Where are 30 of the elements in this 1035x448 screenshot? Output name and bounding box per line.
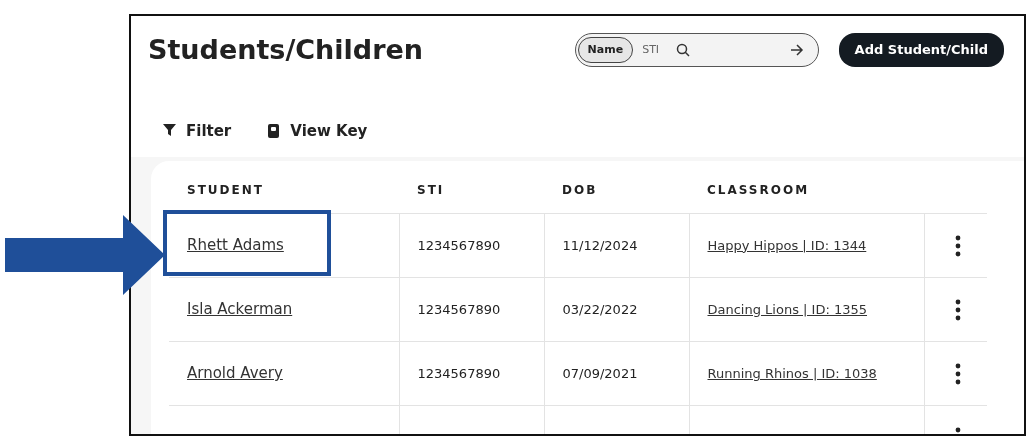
table-cell: 1234567890 [399,277,544,342]
more-options-icon[interactable] [954,362,961,385]
column-header: DOB [544,181,689,214]
student-link[interactable]: Isla Ackerman [187,300,293,319]
arrow-right-icon[interactable] [789,44,804,56]
classroom-link[interactable]: Running Rhinos | ID: 1038 [707,365,877,381]
search-mode-toggle[interactable]: Name [577,36,634,64]
add-student-button[interactable]: Add Student/Child [838,33,1004,67]
search-field[interactable]: Name STI [574,33,819,67]
table-cell: 1234567890 [399,341,544,406]
toolbar-button[interactable]: Filter [163,105,232,157]
toolbar-button[interactable]: View Key [267,105,368,157]
classroom-link[interactable]: Happy Hippos | ID: 1344 [707,237,867,253]
student-link[interactable]: Arnold Avery [187,364,283,383]
table-cell: 07/09/2021 [544,341,689,406]
search-icon [676,43,691,57]
student-link[interactable]: Rhett Adams [187,236,284,255]
page-title: Students/Children [148,34,423,67]
search-mode-toggle[interactable]: STI [633,37,669,63]
table-cell: 03/22/2022 [544,277,689,342]
column-header: STI [399,181,544,214]
filter-icon [163,124,176,138]
key-card-icon [267,124,281,138]
table-cell: 11/12/2024 [544,213,689,278]
classroom-link[interactable]: Dancing Lions | ID: 1355 [707,301,867,317]
column-header: STUDENT [169,181,399,214]
more-options-icon[interactable] [954,298,961,321]
table-cell: 1234567890 [399,213,544,278]
column-header: CLASSROOM [689,181,924,214]
more-options-icon[interactable] [954,234,961,257]
